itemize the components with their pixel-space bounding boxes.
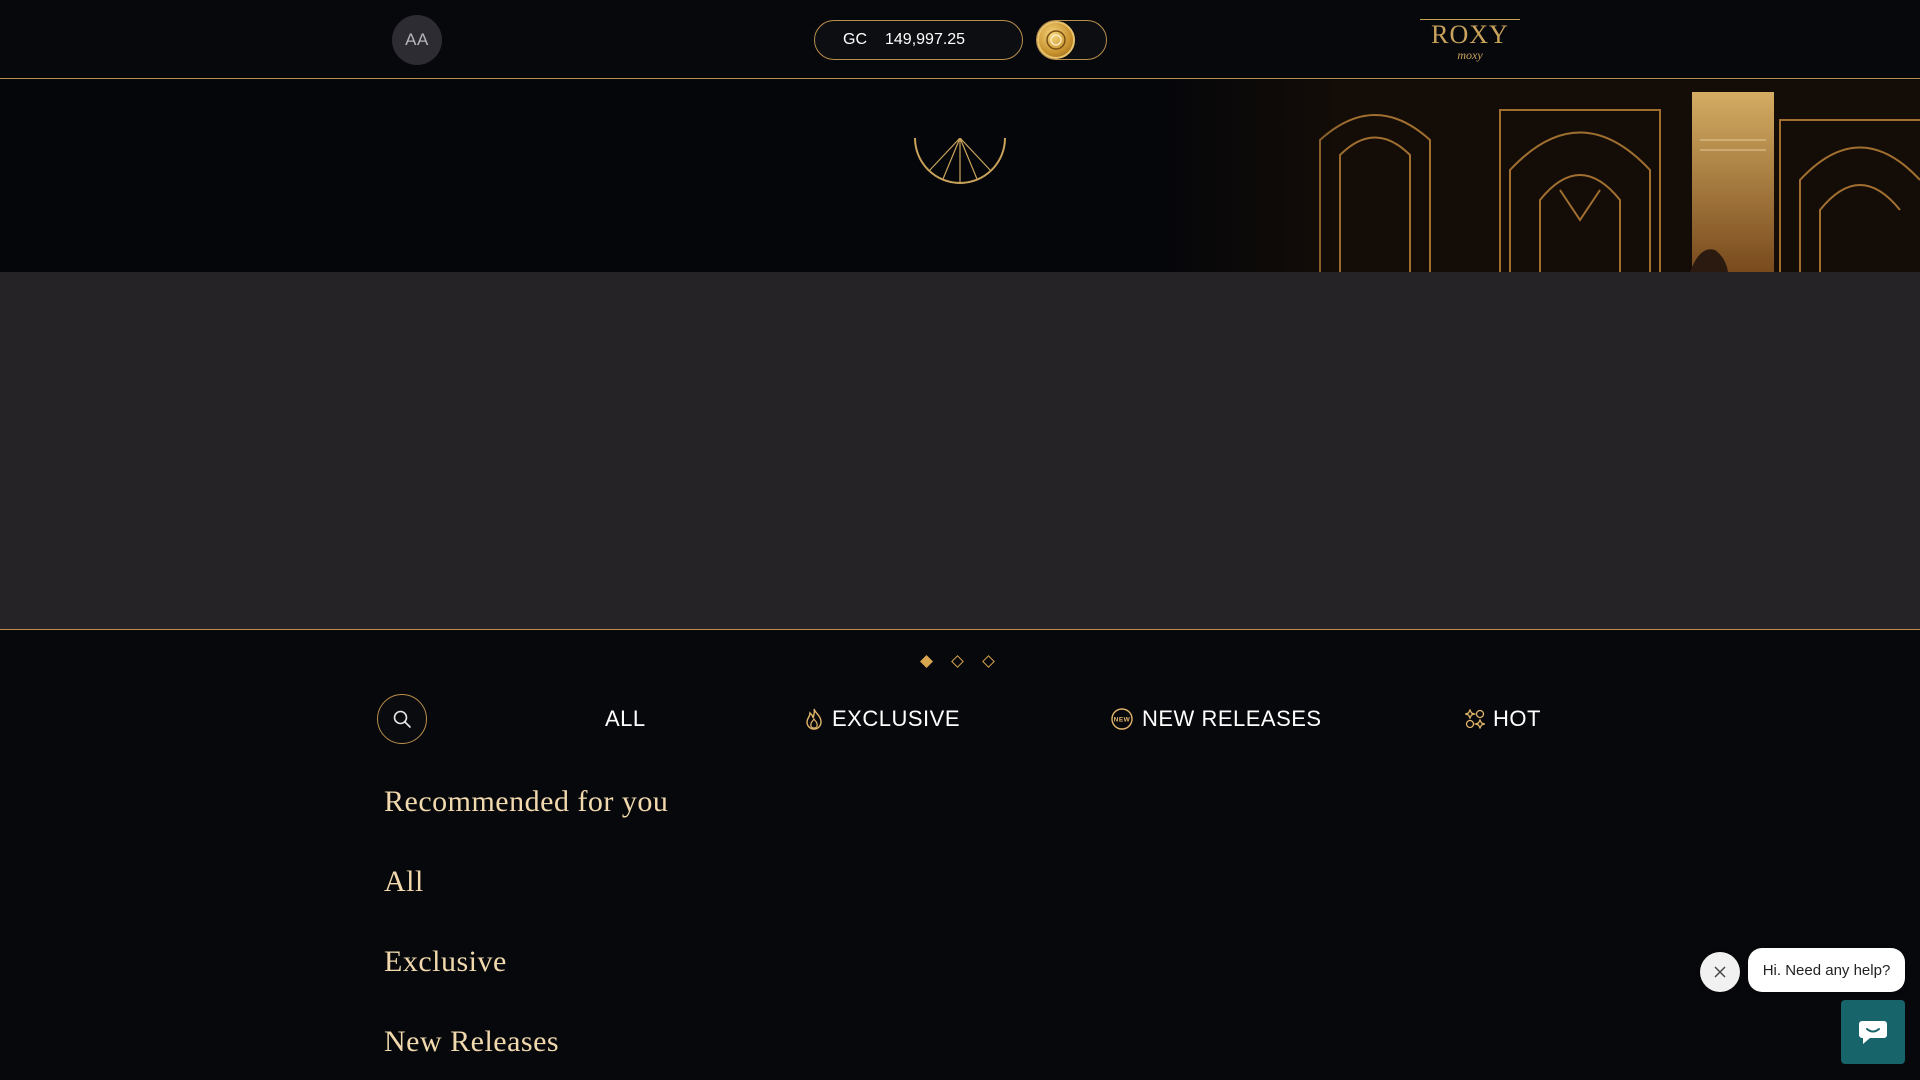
balance-amount: 149,997.25	[885, 31, 966, 48]
tab-new-releases-label: NEW RELEASES	[1142, 706, 1322, 731]
section-title-new-releases[interactable]: New Releases	[384, 1025, 559, 1059]
svg-text:NEW: NEW	[1114, 717, 1131, 724]
top-header: AA GC 149,997.25 ROXY moxy	[0, 0, 1920, 79]
tab-exclusive[interactable]: EXCLUSIVE	[804, 703, 960, 735]
tab-exclusive-label: EXCLUSIVE	[832, 706, 960, 731]
tab-all[interactable]: ALL	[605, 703, 646, 735]
chat-launcher-button[interactable]	[1841, 1000, 1905, 1064]
flame-icon	[806, 708, 822, 730]
tab-hot[interactable]: HOT	[1465, 703, 1541, 735]
balance-pill[interactable]: GC 149,997.25	[814, 20, 1023, 60]
chat-greeting-bubble[interactable]: Hi. Need any help?	[1748, 948, 1905, 992]
logo-moxy-text: moxy	[1457, 48, 1483, 62]
search-button[interactable]	[377, 694, 427, 744]
logo-rule	[1420, 19, 1520, 20]
section-title-all[interactable]: All	[384, 865, 424, 899]
carousel-dot-2[interactable]	[951, 655, 964, 668]
search-icon	[393, 710, 411, 728]
art-deco-fan-icon	[914, 138, 1006, 184]
carousel-dot-1[interactable]	[920, 655, 933, 668]
carousel-dots	[920, 655, 995, 668]
chat-icon	[1859, 1021, 1887, 1044]
logo-roxy-text: ROXY	[1431, 20, 1509, 49]
tab-new-releases[interactable]: NEW NEW RELEASES	[1110, 703, 1322, 735]
user-avatar[interactable]: AA	[392, 15, 442, 65]
grid-star-icon	[1465, 709, 1485, 729]
carousel-slide[interactable]	[0, 272, 1920, 630]
carousel-dot-3[interactable]	[982, 655, 995, 668]
currency-label: GC	[843, 31, 867, 48]
chat-close-button[interactable]	[1700, 952, 1740, 992]
gold-coin-icon[interactable]	[1037, 21, 1075, 59]
tab-all-label: ALL	[605, 706, 646, 731]
brand-logo[interactable]: ROXY moxy	[1418, 14, 1522, 62]
hero-banner[interactable]	[0, 80, 1920, 272]
new-badge-icon: NEW	[1111, 708, 1133, 730]
art-deco-hall-image	[1160, 80, 1920, 272]
section-title-recommended: Recommended for you	[384, 785, 669, 818]
close-icon	[1714, 966, 1726, 978]
section-title-exclusive[interactable]: Exclusive	[384, 945, 507, 979]
tab-hot-label: HOT	[1493, 706, 1541, 731]
